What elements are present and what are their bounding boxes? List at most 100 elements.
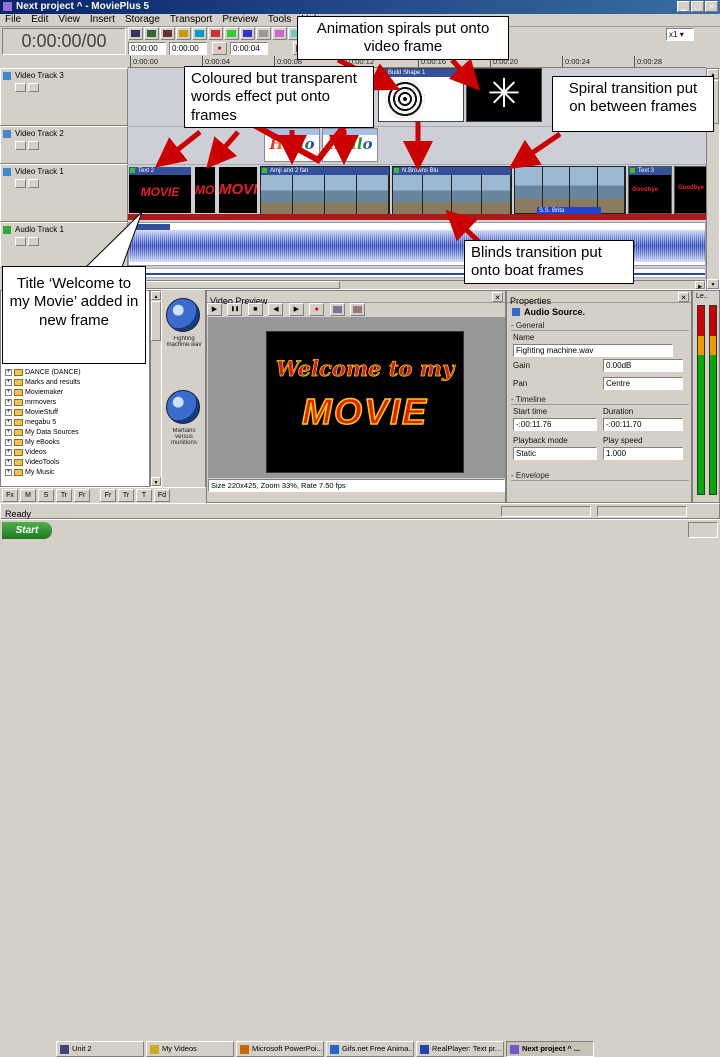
toolbar-icon[interactable] (128, 27, 143, 40)
scroll-thumb[interactable] (140, 281, 340, 289)
solo-button[interactable] (28, 237, 39, 246)
tree-item[interactable]: + Videos (3, 447, 147, 457)
start-button[interactable]: Start (2, 522, 52, 539)
menu-file[interactable]: File (5, 14, 21, 26)
menu-tools[interactable]: Tools (268, 14, 291, 26)
timecode-field-1[interactable]: 0:00:00 (128, 42, 166, 55)
section-timeline[interactable]: - Timeline (511, 395, 689, 405)
properties-close-button[interactable]: ✕ (678, 292, 689, 302)
mute-button[interactable]: M (20, 489, 36, 502)
title-bar[interactable]: Next project ^ - MoviePlus 5 ▁ ▢ ✕ (0, 0, 720, 14)
playback-mode-field[interactable]: Static (513, 447, 597, 460)
toolbar-icon[interactable] (208, 27, 223, 40)
clip-hello-1[interactable]: Hello (264, 128, 320, 162)
menu-storage[interactable]: Storage (125, 14, 160, 26)
prev-frame-button[interactable]: ◀ (268, 303, 284, 316)
expand-icon[interactable]: + (5, 438, 12, 446)
frame-up-button[interactable]: Fr (100, 489, 116, 502)
clip-boat-video-2[interactable]: N.Browns Blu (392, 166, 512, 214)
fade-button[interactable]: Fd (154, 489, 170, 502)
track-header-video-2[interactable]: Video Track 2 (0, 126, 128, 164)
expand-icon[interactable]: + (5, 428, 12, 436)
expand-icon[interactable]: + (5, 458, 12, 466)
section-general[interactable]: - General (511, 321, 689, 331)
media-disc-icon[interactable] (166, 298, 200, 332)
taskbar-item-movieplus-active[interactable]: Next project ^ ... (506, 1041, 594, 1057)
clip-hello-2[interactable]: Hello (322, 128, 378, 162)
tree-item[interactable]: + VideoTools (3, 457, 147, 467)
maximize-button[interactable]: ▢ (691, 1, 704, 12)
taskbar-item-my-videos[interactable]: My Videos (146, 1041, 234, 1057)
toolbar-icon[interactable] (240, 27, 255, 40)
stop-button[interactable]: ■ (247, 303, 263, 316)
pause-button[interactable]: ❚❚ (227, 303, 243, 316)
name-field[interactable]: Fighting machine.wav (513, 344, 673, 357)
start-time-field[interactable]: -:00:11.76 (513, 418, 597, 431)
section-envelope[interactable]: - Envelope (511, 471, 689, 481)
clip-boat-video-1[interactable]: Amji and 2 fan (260, 166, 390, 214)
pan-field[interactable]: Centre (603, 377, 683, 390)
clip-spiral-animation[interactable]: Build Shape 1 (378, 68, 464, 122)
tree-item[interactable]: + megabu 5 (3, 417, 147, 427)
track-header-audio-1[interactable]: Audio Track 1 (0, 222, 128, 268)
expand-icon[interactable]: + (5, 468, 12, 476)
toolbar-icon[interactable] (350, 303, 366, 316)
tree-item[interactable]: + My Data Sources (3, 427, 147, 437)
track-header-video-3[interactable]: Video Track 3 (0, 68, 128, 126)
solo-button[interactable]: S (38, 489, 54, 502)
next-frame-button[interactable]: ▶ (288, 303, 304, 316)
toolbar-icon[interactable] (192, 27, 207, 40)
clip-movie-short-1[interactable]: MOVIE (194, 166, 216, 214)
toolbar-icon[interactable] (176, 27, 191, 40)
solo-button[interactable] (28, 141, 39, 150)
menu-insert[interactable]: Insert (90, 14, 115, 26)
record-button[interactable]: ● (309, 303, 325, 316)
tree-item[interactable]: + Marks and results (3, 377, 147, 387)
expand-icon[interactable]: + (5, 418, 12, 426)
track-button[interactable]: Tr (118, 489, 134, 502)
menu-preview[interactable]: Preview (222, 14, 258, 26)
taskbar-item-gifs[interactable]: Gifs.net Free Anima... (326, 1041, 414, 1057)
play-button[interactable]: ▶ (207, 303, 222, 316)
timecode-field-3[interactable]: 0:00:04 (230, 42, 268, 55)
minimize-button[interactable]: ▁ (677, 1, 690, 12)
expand-icon[interactable]: + (5, 378, 12, 386)
record-button[interactable]: ● (212, 42, 227, 55)
media-disc-icon[interactable] (166, 390, 200, 424)
gain-field[interactable]: 0.00dB (603, 359, 683, 372)
solo-button[interactable] (28, 179, 39, 188)
scroll-thumb[interactable] (151, 301, 161, 341)
preview-close-button[interactable]: ✕ (492, 292, 503, 302)
fx-button[interactable]: Fx (2, 489, 18, 502)
frame-button[interactable]: Fr (74, 489, 90, 502)
menu-transport[interactable]: Transport (170, 14, 212, 26)
close-button[interactable]: ✕ (705, 1, 718, 12)
mute-button[interactable] (15, 83, 26, 92)
menu-edit[interactable]: Edit (31, 14, 48, 26)
mute-button[interactable] (15, 141, 26, 150)
tree-item[interactable]: + Moviemaker (3, 387, 147, 397)
tree-item[interactable]: + DANCE (DANCE) (3, 367, 147, 377)
tree-item[interactable]: + mrmovers (3, 397, 147, 407)
expand-icon[interactable]: + (5, 388, 12, 396)
taskbar-item-powerpoint[interactable]: Microsoft PowerPoi... (236, 1041, 324, 1057)
duration-field[interactable]: -:00:11.70 (603, 418, 683, 431)
expand-icon[interactable]: + (5, 368, 12, 376)
zoom-select[interactable]: x1 ▾ (666, 28, 694, 41)
mute-button[interactable] (15, 237, 26, 246)
taskbar-item-unit2[interactable]: Unit 2 (56, 1041, 144, 1057)
toolbar-icon[interactable] (329, 303, 345, 316)
menu-view[interactable]: View (58, 14, 80, 26)
expand-icon[interactable]: + (5, 408, 12, 416)
clip-text2-movie[interactable]: Text 2 MOVIE (128, 166, 192, 214)
taskbar-item-realplayer[interactable]: RealPlayer: Text pr... (416, 1041, 504, 1057)
tree-item[interactable]: + My eBooks (3, 437, 147, 447)
toolbar-icon[interactable] (160, 27, 175, 40)
expand-icon[interactable]: + (5, 448, 12, 456)
toolbar-icon[interactable] (272, 27, 287, 40)
scroll-down-icon[interactable]: ▼ (151, 477, 161, 486)
timecode-field-2[interactable]: 0:00:00 (169, 42, 207, 55)
scroll-up-icon[interactable]: ▲ (151, 291, 161, 300)
tree-vscrollbar[interactable]: ▲ ▼ (150, 290, 162, 487)
toolbar-icon[interactable] (256, 27, 271, 40)
